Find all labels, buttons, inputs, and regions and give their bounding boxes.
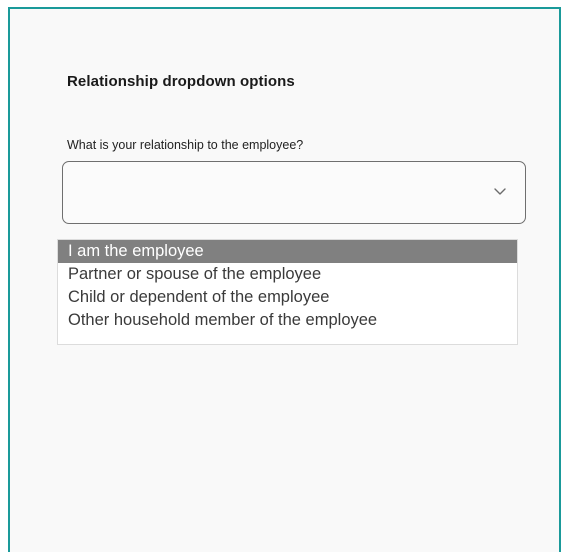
relationship-options-list: I am the employee Partner or spouse of t… [57, 239, 518, 345]
panel-title: Relationship dropdown options [67, 73, 295, 90]
option-other-household-member[interactable]: Other household member of the employee [58, 309, 517, 332]
panel-frame: Relationship dropdown options What is yo… [8, 7, 561, 552]
option-partner-or-spouse[interactable]: Partner or spouse of the employee [58, 263, 517, 286]
option-child-or-dependent[interactable]: Child or dependent of the employee [58, 286, 517, 309]
relationship-select[interactable] [62, 161, 526, 224]
chevron-down-icon [494, 188, 506, 195]
relationship-field-label: What is your relationship to the employe… [67, 138, 304, 152]
option-i-am-the-employee[interactable]: I am the employee [58, 240, 517, 263]
